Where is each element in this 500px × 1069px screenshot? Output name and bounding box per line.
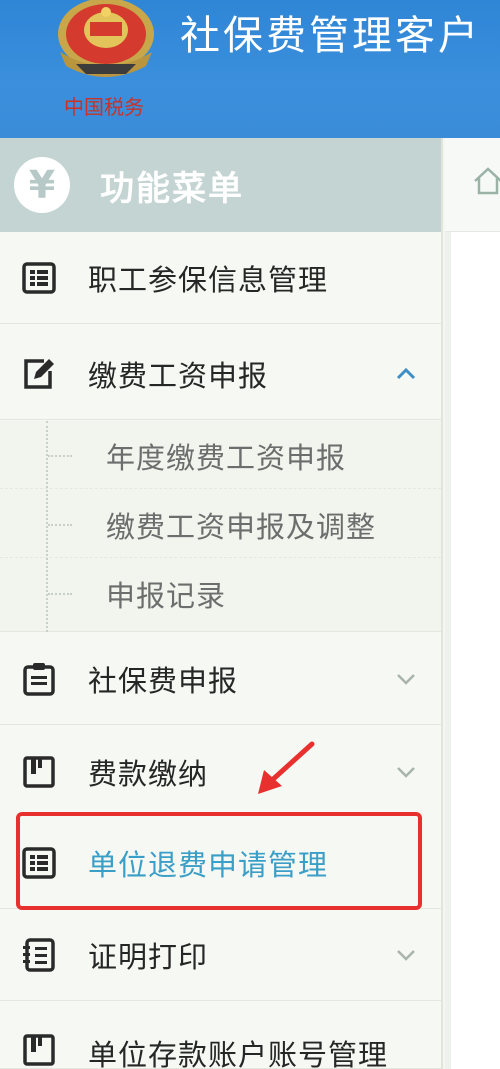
highlight-box — [16, 812, 422, 910]
sidebar-item-label: 费款缴纳 — [88, 756, 209, 791]
clipboard-icon — [23, 662, 55, 696]
emblem-caption: 中国税务 — [64, 95, 144, 119]
submenu-item-label: 年度缴费工资申报 — [106, 441, 347, 475]
sidebar-item-label: 缴费工资申报 — [88, 358, 269, 393]
sidebar-item-social-insurance-declaration[interactable]: 社保费申报 — [0, 633, 441, 725]
submenu-item-label: 缴费工资申报及调整 — [106, 510, 377, 544]
menu-header: ¥ 功能菜单 — [0, 138, 441, 247]
submenu-item-annual-wage[interactable]: 年度缴费工资申报 — [0, 421, 441, 489]
sidebar-item-employee-info[interactable]: 职工参保信息管理 — [0, 232, 441, 324]
yen-icon: ¥ — [14, 157, 70, 213]
annotation-arrow-icon — [258, 741, 315, 794]
tree-branch — [48, 593, 72, 595]
tree-branch — [48, 455, 72, 457]
breadcrumb — [445, 138, 500, 232]
sidebar: ¥ 功能菜单 职工参保信息管理 缴费工资申报 年度缴费工资申报 缴费工资申报及调… — [0, 138, 443, 1069]
sidebar-item-label: 社保费申报 — [88, 663, 239, 698]
app-window: 中国税务 社保费管理客户 ¥ 功能菜单 职工参保信息管理 缴费工资申报 年度缴费… — [0, 0, 500, 1069]
document-list-icon — [23, 937, 55, 972]
app-header: 中国税务 社保费管理客户 — [0, 0, 500, 138]
chevron-down-icon[interactable] — [395, 948, 417, 962]
chevron-down-icon[interactable] — [395, 765, 417, 779]
emblem-logo: 中国税务 — [58, 0, 154, 119]
menu-title: 功能菜单 — [100, 168, 244, 209]
chevron-up-icon[interactable] — [395, 367, 417, 381]
sidebar-item-label: 单位存款账户账号管理 — [88, 1038, 389, 1069]
sidebar-item-label: 证明打印 — [88, 939, 209, 974]
main-content — [445, 138, 500, 1069]
sidebar-item-fee-payment[interactable]: 费款缴纳 — [0, 726, 441, 818]
grid-list-icon — [22, 261, 56, 294]
chevron-down-icon[interactable] — [395, 672, 417, 686]
edit-icon — [24, 358, 54, 389]
content-divider — [445, 232, 451, 1069]
home-icon[interactable] — [473, 166, 500, 196]
sidebar-item-label: 职工参保信息管理 — [88, 262, 329, 297]
submenu-item-records[interactable]: 申报记录 — [0, 559, 441, 627]
book-icon — [23, 1034, 55, 1066]
sidebar-item-certificate-print[interactable]: 证明打印 — [0, 909, 441, 1001]
book-icon — [23, 755, 55, 788]
sidebar-item-deposit-account[interactable]: 单位存款账户账号管理 — [0, 1002, 441, 1069]
submenu-item-wage-adjust[interactable]: 缴费工资申报及调整 — [0, 490, 441, 558]
submenu-wage-declaration: 年度缴费工资申报 缴费工资申报及调整 申报记录 — [0, 421, 441, 632]
sidebar-item-wage-declaration[interactable]: 缴费工资申报 — [0, 328, 441, 420]
submenu-item-label: 申报记录 — [106, 579, 227, 613]
tree-branch — [48, 524, 72, 526]
app-title: 社保费管理客户 — [180, 13, 481, 59]
